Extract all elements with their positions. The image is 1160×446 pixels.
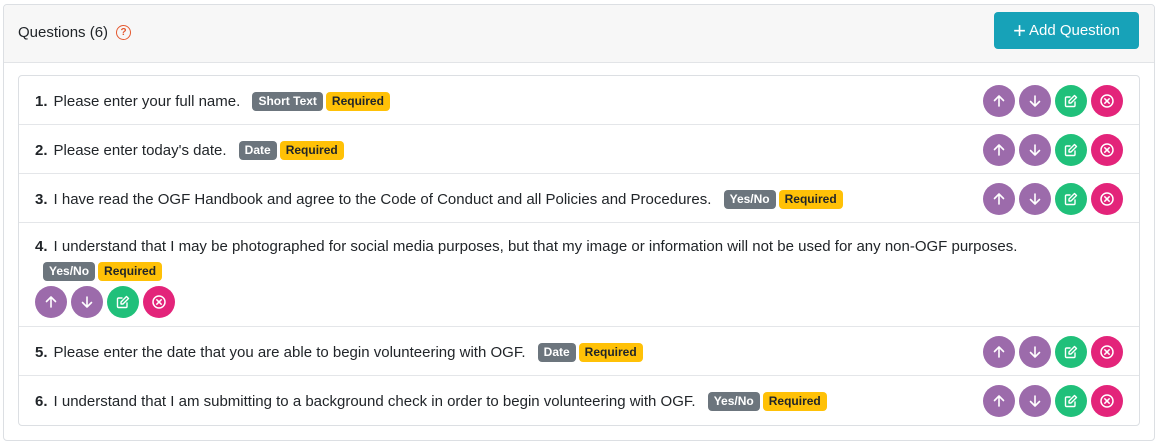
delete-icon [1100,192,1114,206]
question-row: 5. Please enter the date that you are abl… [19,327,1139,376]
arrow-up-icon [993,193,1005,205]
question-number: 1. [35,93,48,110]
edit-button[interactable] [1055,134,1087,166]
delete-icon [1100,143,1114,157]
question-text: I understand that I am submitting to a b… [53,393,696,410]
move-up-button[interactable] [983,134,1015,166]
arrow-up-icon [993,395,1005,407]
question-text-line: 1. Please enter your full name. Short Tex… [35,92,390,111]
arrow-up-icon [993,346,1005,358]
edit-button[interactable] [1055,183,1087,215]
edit-button[interactable] [1055,85,1087,117]
question-text: Please enter today's date. [53,142,227,159]
question-text-line: 5. Please enter the date that you are abl… [35,343,643,362]
delete-button[interactable] [1091,385,1123,417]
edit-icon [1064,394,1078,408]
question-text-line: 4. I understand that I may be photographe… [35,234,1065,284]
row-actions [983,336,1123,368]
required-badge: Required [279,141,344,160]
row-actions [983,183,1123,215]
move-up-button[interactable] [983,183,1015,215]
required-badge: Required [98,262,163,281]
edit-icon [1064,143,1078,157]
plus-icon: + [1013,17,1026,43]
arrow-down-icon [1029,395,1041,407]
move-up-button[interactable] [983,385,1015,417]
question-circle-icon[interactable]: ? [116,25,132,40]
type-badge: Date [238,141,277,160]
question-number: 4. [35,238,48,255]
row-actions [983,134,1123,166]
questions-heading: Questions (6) ? [18,24,132,41]
delete-button[interactable] [1091,85,1123,117]
card-header: Questions (6) ? + Add Question [4,5,1154,63]
questions-list: 1. Please enter your full name. Short Tex… [18,75,1140,426]
type-badge: Date [537,343,576,362]
question-text: Please enter the date that you are able … [53,344,526,361]
edit-button[interactable] [107,286,139,318]
move-down-button[interactable] [1019,134,1051,166]
arrow-down-icon [81,296,93,308]
question-number: 2. [35,142,48,159]
edit-icon [1064,345,1078,359]
type-badge: Yes/No [707,392,760,411]
question-number: 6. [35,393,48,410]
arrow-down-icon [1029,346,1041,358]
delete-button[interactable] [143,286,175,318]
move-up-button[interactable] [983,85,1015,117]
questions-title: Questions (6) [18,24,109,41]
question-number: 3. [35,191,48,208]
type-badge: Yes/No [723,190,776,209]
question-text: Please enter your full name. [53,93,241,110]
row-actions [35,286,175,318]
edit-button[interactable] [1055,385,1087,417]
arrow-up-icon [993,144,1005,156]
question-row: 1. Please enter your full name. Short Tex… [19,76,1139,125]
type-badge: Yes/No [43,262,96,281]
delete-icon [152,295,166,309]
question-row: 4. I understand that I may be photographe… [19,223,1139,327]
question-text-line: 3. I have read the OGF Handbook and agree… [35,190,843,209]
arrow-down-icon [1029,95,1041,107]
row-actions [983,385,1123,417]
arrow-down-icon [1029,193,1041,205]
arrow-down-icon [1029,144,1041,156]
delete-button[interactable] [1091,336,1123,368]
question-row: 2. Please enter today's date. Date Require… [19,125,1139,174]
question-text: I understand that I may be photographed … [53,238,1018,255]
add-question-label: Add Question [1028,22,1120,39]
required-badge: Required [325,92,390,111]
move-up-button[interactable] [35,286,67,318]
type-badge: Short Text [252,92,323,111]
edit-icon [1064,94,1078,108]
move-down-button[interactable] [1019,183,1051,215]
move-down-button[interactable] [1019,336,1051,368]
edit-icon [116,295,130,309]
required-badge: Required [778,190,843,209]
question-text: I have read the OGF Handbook and agree t… [53,191,712,208]
delete-icon [1100,345,1114,359]
delete-button[interactable] [1091,183,1123,215]
question-text-line: 6. I understand that I am submitting to a… [35,392,827,411]
question-row: 3. I have read the OGF Handbook and agree… [19,174,1139,223]
move-down-button[interactable] [71,286,103,318]
question-number: 5. [35,344,48,361]
move-down-button[interactable] [1019,85,1051,117]
row-actions [983,85,1123,117]
arrow-up-icon [993,95,1005,107]
arrow-up-icon [45,296,57,308]
question-text-line: 2. Please enter today's date. Date Require… [35,141,344,160]
delete-icon [1100,94,1114,108]
questions-card: Questions (6) ? + Add Question 1. Please … [3,4,1155,441]
add-question-button[interactable]: + Add Question [994,12,1139,49]
delete-button[interactable] [1091,134,1123,166]
required-badge: Required [762,392,827,411]
edit-icon [1064,192,1078,206]
move-up-button[interactable] [983,336,1015,368]
required-badge: Required [578,343,643,362]
edit-button[interactable] [1055,336,1087,368]
move-down-button[interactable] [1019,385,1051,417]
delete-icon [1100,394,1114,408]
question-row: 6. I understand that I am submitting to a… [19,376,1139,425]
